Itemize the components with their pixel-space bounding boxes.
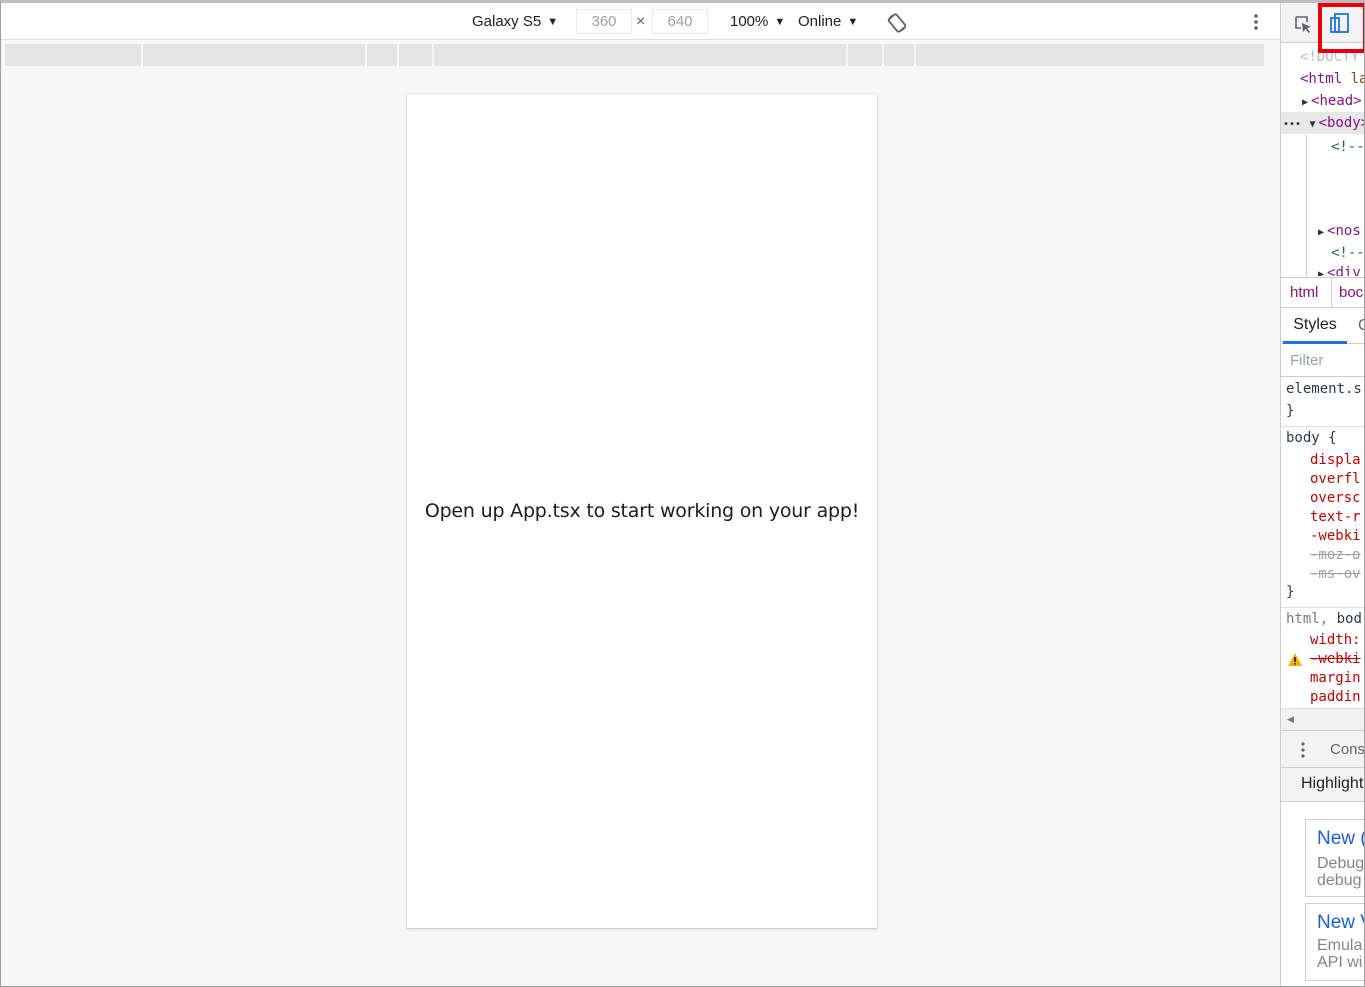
elements-tree[interactable]: <!DOCTY <html la ▶<head> ••• ▼<body> <!-… [1281,44,1365,276]
breadcrumb-divider [1331,278,1332,308]
card-description: API wi [1317,954,1363,971]
drawer-menu-icon[interactable] [1300,741,1306,759]
throttle-select-label: Online [798,13,842,30]
css-selector-part: html, [1286,611,1329,627]
css-selector-part: bod [1336,611,1362,627]
app-message: Open up App.tsx to start working on your… [424,500,860,522]
whats-new-card[interactable]: New V Emula API wi [1305,903,1364,981]
media-query-segment[interactable] [399,44,432,66]
expand-arrow-icon[interactable]: ▶ [1318,269,1324,276]
tree-node-comment[interactable]: <!-- [1331,136,1364,158]
css-property-overridden[interactable]: -moz-o [1310,546,1361,565]
zoom-select[interactable]: 100% ▼ [730,3,785,40]
tree-node-head[interactable]: ▶ <head> [1302,90,1362,112]
body-tag: <body> [1318,115,1365,131]
expand-arrow-icon[interactable]: ▶ [1302,97,1308,108]
devtools-panel: <!DOCTY <html la ▶<head> ••• ▼<body> <!-… [1280,3,1365,986]
throttle-select[interactable]: Online ▼ [798,3,858,40]
warning-icon[interactable] [1287,652,1303,667]
drawer-tabbar: Cons [1281,730,1364,768]
media-query-segment[interactable] [367,44,397,66]
tab-computed[interactable]: C [1358,317,1364,335]
tab-styles[interactable]: Styles [1283,309,1347,344]
scroll-left-icon[interactable]: ◀ [1287,714,1294,725]
html-tag: <html [1300,71,1343,87]
tree-guide-line [1306,134,1307,276]
device-toolbar: Galaxy S5 ▼ 360 × 640 100% ▼ Online ▼ [1,3,1280,40]
inspect-element-icon[interactable] [1293,14,1313,34]
caret-down-icon: ▼ [847,15,859,28]
collapse-arrow-icon[interactable]: ▼ [1310,119,1316,130]
styles-tabbar: Styles C [1281,309,1364,344]
breadcrumb-item-body[interactable]: boc [1339,284,1363,301]
css-property[interactable]: oversc [1310,489,1361,508]
device-select-label: Galaxy S5 [472,13,542,30]
node-actions-icon[interactable]: ••• [1283,119,1301,130]
device-select[interactable]: Galaxy S5 ▼ [472,3,558,40]
breadcrumb: html boc [1281,277,1364,308]
media-query-segment[interactable] [143,44,365,66]
caret-down-icon: ▼ [774,15,786,28]
noscript-tag: <nos [1327,223,1361,239]
more-vert-icon[interactable] [1248,12,1264,32]
card-description: debug [1317,872,1362,889]
css-close-brace: } [1286,584,1295,600]
tree-node-body[interactable]: ••• ▼ <body> [1283,112,1365,134]
devtools-toolbar [1281,3,1364,53]
head-tag: <head> [1311,93,1362,109]
whats-new-header: Highlight [1281,768,1364,802]
css-property[interactable]: width: [1310,631,1361,650]
css-property[interactable]: -webki [1310,527,1361,546]
css-selector-body[interactable]: body { [1286,429,1337,448]
tab-console[interactable]: Cons [1330,741,1364,758]
device-toolbar-toggle[interactable] [1318,3,1364,53]
css-property-overridden[interactable]: -ms-ov [1310,565,1361,584]
card-title[interactable]: New ( [1317,828,1364,850]
media-query-segment[interactable] [434,44,846,66]
styles-filter-input[interactable]: Filter [1281,345,1364,377]
css-property[interactable]: text-r [1310,508,1361,527]
height-input[interactable]: 640 [652,9,708,34]
media-query-segment[interactable] [848,44,882,66]
highlights-title: Highlight [1301,775,1364,792]
styles-pane[interactable]: element.s } body { displa overfl oversc … [1281,378,1364,708]
css-property[interactable]: overfl [1310,470,1361,489]
card-description: Debug [1317,855,1365,872]
dimension-separator: × [636,13,646,30]
html-attr: la [1350,71,1364,87]
tree-node-noscript[interactable]: ▶ <nos [1318,220,1361,242]
whats-new-card[interactable]: New ( Debug debug [1305,819,1365,897]
css-property[interactable]: paddin [1310,688,1361,707]
rule-divider [1281,426,1364,427]
media-query-segment[interactable] [5,44,141,66]
css-property[interactable]: displa [1310,451,1361,470]
css-selector-html-body[interactable]: html, bod [1286,610,1362,629]
breadcrumb-item-html[interactable]: html [1290,284,1318,301]
browser-window: Galaxy S5 ▼ 360 × 640 100% ▼ Online ▼ Op… [0,0,1365,987]
device-emulation-area: Galaxy S5 ▼ 360 × 640 100% ▼ Online ▼ Op… [1,3,1280,986]
expand-arrow-icon[interactable]: ▶ [1318,227,1324,238]
css-close-brace: } [1286,403,1295,419]
caret-down-icon: ▼ [547,15,559,28]
tree-node-comment[interactable]: <!-- [1331,242,1364,264]
device-screen[interactable]: Open up App.tsx to start working on your… [407,94,877,928]
horizontal-scrollbar[interactable]: ◀ [1281,708,1364,730]
card-description: Emula [1317,937,1363,954]
tree-node-html[interactable]: <html la [1300,68,1364,90]
zoom-select-label: 100% [730,13,769,30]
css-property[interactable]: margin [1310,669,1361,688]
rotate-icon[interactable] [887,13,907,33]
card-title[interactable]: New V [1317,912,1364,934]
css-property-invalid[interactable]: -webki [1310,650,1361,669]
css-selector-element-style[interactable]: element.s [1286,380,1362,399]
rule-divider [1281,607,1364,608]
device-toolbar-icon [1329,13,1349,33]
media-query-segment[interactable] [884,44,914,66]
tree-node-div[interactable]: ▶ <div [1318,262,1361,276]
div-tag: <div [1327,265,1361,276]
media-query-segment[interactable] [916,44,1264,66]
media-query-bar[interactable] [5,44,1278,66]
width-input[interactable]: 360 [576,9,632,34]
